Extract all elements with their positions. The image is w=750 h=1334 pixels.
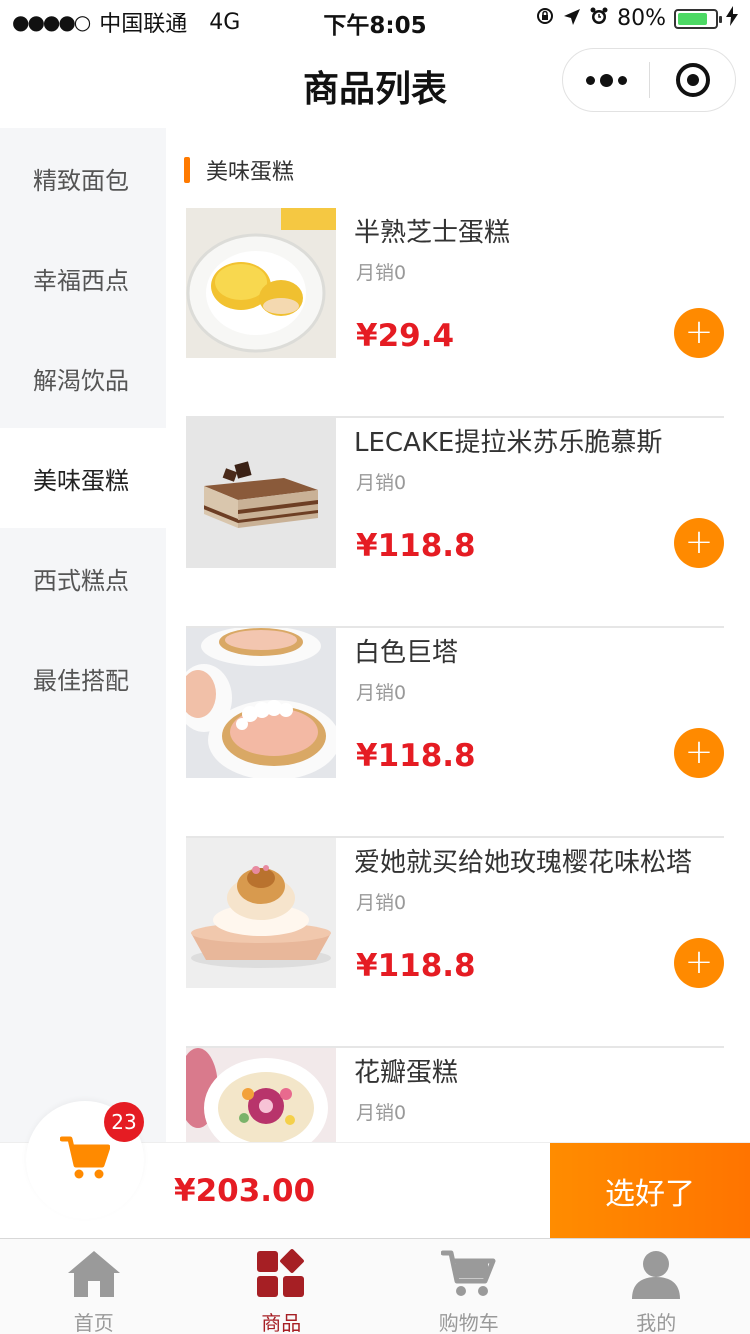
category-label: 美味蛋糕	[33, 466, 129, 495]
nav-bar: 商品列表	[0, 40, 750, 128]
product-image[interactable]	[186, 628, 336, 778]
product-image[interactable]	[186, 208, 336, 358]
close-button[interactable]	[650, 49, 735, 111]
add-to-cart-button[interactable]: +	[674, 518, 724, 568]
product-item[interactable]: 白色巨塔 月销0 ¥118.8 +	[186, 628, 724, 838]
category-item-active[interactable]: 美味蛋糕	[0, 428, 166, 528]
product-image[interactable]	[186, 418, 336, 568]
product-image[interactable]	[186, 838, 336, 988]
tab-cart[interactable]: 购物车	[375, 1239, 563, 1334]
user-icon	[628, 1249, 684, 1303]
product-name: 半熟芝士蛋糕	[354, 218, 511, 248]
status-right: 80%	[535, 6, 738, 31]
product-sales: 月销0	[356, 262, 407, 284]
tab-label: 商品	[261, 1311, 302, 1334]
network-label: 4G	[209, 9, 241, 35]
product-list[interactable]: 美味蛋糕 半熟芝士蛋糕 月销0 ¥29.4 + LECAKE提拉米苏乐脆慕斯 月…	[166, 128, 750, 1142]
more-button[interactable]	[563, 49, 649, 111]
checkout-button[interactable]: 选好了	[550, 1143, 750, 1239]
battery-percent: 80%	[617, 6, 666, 31]
product-name: 花瓣蛋糕	[354, 1058, 459, 1088]
more-dot-icon	[617, 75, 627, 85]
tab-home[interactable]: 首页	[0, 1239, 188, 1334]
more-dot-icon	[599, 73, 613, 87]
tab-me[interactable]: 我的	[563, 1239, 750, 1334]
category-item[interactable]: 西式糕点	[0, 528, 166, 628]
rotation-lock-icon	[535, 6, 555, 31]
category-item[interactable]: 精致面包	[0, 128, 166, 228]
product-item[interactable]: 花瓣蛋糕 月销0	[186, 1048, 724, 1142]
add-to-cart-button[interactable]: +	[674, 728, 724, 778]
tab-label: 首页	[73, 1311, 114, 1334]
battery-fill	[678, 12, 707, 25]
product-sales: 月销0	[356, 1102, 407, 1124]
section-marker	[184, 157, 190, 183]
product-name: 爱她就买给她玫瑰樱花味松塔	[354, 848, 693, 878]
home-icon	[66, 1249, 122, 1303]
battery-icon	[674, 8, 722, 29]
cart-bar: ¥203.00 选好了	[0, 1101, 750, 1239]
section-title: 美味蛋糕	[206, 160, 295, 185]
location-icon	[563, 7, 581, 31]
product-item[interactable]: 半熟芝士蛋糕 月销0 ¥29.4 +	[186, 208, 724, 418]
cart-icon	[440, 1249, 497, 1303]
signal-icon: ●●●●○	[12, 10, 91, 34]
status-bar: ●●●●○ 中国联通 4G 下午8:05 80%	[0, 0, 750, 40]
status-left: ●●●●○ 中国联通 4G	[12, 6, 240, 38]
category-label: 西式糕点	[33, 566, 129, 595]
section-header: 美味蛋糕	[184, 154, 294, 186]
category-label: 解渴饮品	[33, 366, 129, 395]
product-item[interactable]: 爱她就买给她玫瑰樱花味松塔 月销0 ¥118.8 +	[186, 838, 724, 1048]
add-to-cart-button[interactable]: +	[674, 308, 724, 358]
category-item[interactable]: 最佳搭配	[0, 628, 166, 728]
category-label: 幸福西点	[33, 266, 129, 295]
tab-bar: 首页 商品 购物车 我的	[0, 1238, 750, 1334]
carrier-label: 中国联通	[99, 12, 188, 37]
charging-icon	[726, 6, 738, 31]
category-item[interactable]: 解渴饮品	[0, 328, 166, 428]
product-name: LECAKE提拉米苏乐脆慕斯	[354, 428, 663, 458]
add-to-cart-button[interactable]: +	[674, 938, 724, 988]
goods-icon	[253, 1249, 309, 1303]
tab-label: 我的	[636, 1311, 677, 1334]
product-price: ¥118.8	[356, 738, 476, 774]
more-dot-icon	[585, 75, 595, 85]
product-image[interactable]	[186, 1048, 336, 1142]
product-sales: 月销0	[356, 892, 407, 914]
product-price: ¥118.8	[356, 528, 476, 564]
product-name: 白色巨塔	[354, 638, 459, 668]
tab-goods[interactable]: 商品	[188, 1239, 376, 1334]
target-icon	[675, 63, 710, 97]
cart-icon	[59, 1135, 111, 1185]
cart-total: ¥203.00	[174, 1173, 316, 1209]
category-label: 最佳搭配	[33, 666, 129, 695]
category-sidebar: 精致面包 幸福西点 解渴饮品 美味蛋糕 西式糕点 最佳搭配	[0, 128, 166, 1142]
alarm-icon	[589, 6, 609, 31]
tab-label: 购物车	[438, 1311, 499, 1334]
category-label: 精致面包	[33, 166, 129, 195]
product-item[interactable]: LECAKE提拉米苏乐脆慕斯 月销0 ¥118.8 +	[186, 418, 724, 628]
product-price: ¥118.8	[356, 948, 476, 984]
product-sales: 月销0	[356, 682, 407, 704]
product-sales: 月销0	[356, 472, 407, 494]
category-item[interactable]: 幸福西点	[0, 228, 166, 328]
product-price: ¥29.4	[356, 318, 455, 354]
cart-count-badge: 23	[104, 1102, 144, 1142]
miniprogram-capsule	[562, 48, 736, 112]
